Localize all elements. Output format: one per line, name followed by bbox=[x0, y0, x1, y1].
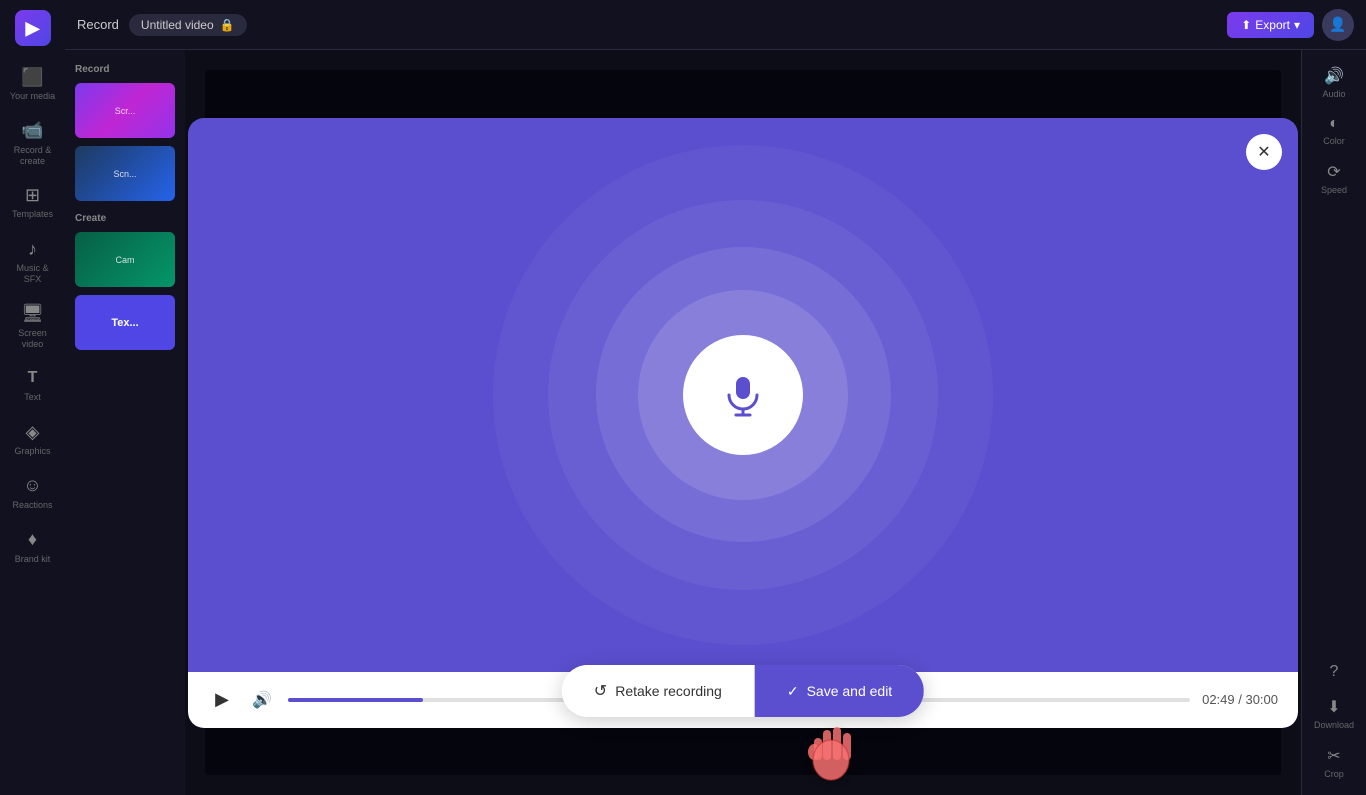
volume-button[interactable]: 🔊 bbox=[248, 686, 276, 714]
right-panel-color-label: Color bbox=[1323, 136, 1345, 146]
sidebar-item-templates[interactable]: ⊞ Templates bbox=[5, 178, 61, 226]
sidebar-label-music: Music & SFX bbox=[9, 263, 57, 285]
sidebar-item-music[interactable]: ♪ Music & SFX bbox=[5, 232, 61, 291]
retake-icon: ↺ bbox=[594, 681, 607, 701]
sidebar-label-screen: Screen video bbox=[9, 328, 57, 350]
right-panel-color[interactable]: ◐ Color bbox=[1306, 109, 1362, 152]
main-video-area: ✕ bbox=[185, 50, 1301, 795]
sidebar-label-reactions: Reactions bbox=[12, 500, 52, 511]
sidebar-item-record[interactable]: 📹 Record & create bbox=[5, 114, 61, 173]
right-panel-audio-label: Audio bbox=[1322, 89, 1345, 99]
audio-icon: 🔊 bbox=[1324, 66, 1344, 86]
thumbnail-scene2[interactable]: Scn... bbox=[75, 146, 175, 201]
sidebar-label-record: Record & create bbox=[9, 145, 57, 167]
play-icon: ▶ bbox=[215, 689, 229, 710]
sidebar-item-screen-video[interactable]: 🖥 Screen video bbox=[5, 297, 61, 356]
tab-untitled-video[interactable]: Untitled video 🔒 bbox=[129, 14, 247, 36]
microphone-icon bbox=[719, 371, 767, 419]
thumbnail-text[interactable]: Tex... bbox=[75, 295, 175, 350]
graphics-icon: ◈ bbox=[22, 421, 44, 443]
close-icon: ✕ bbox=[1257, 142, 1270, 162]
sidebar-item-reactions[interactable]: ☺ Reactions bbox=[5, 469, 61, 517]
retake-label: Retake recording bbox=[615, 683, 722, 699]
color-icon: ◐ bbox=[1329, 115, 1339, 133]
screen-icon: 🖥 bbox=[22, 303, 44, 325]
thumb-img-scene2: Scn... bbox=[75, 146, 175, 201]
music-icon: ♪ bbox=[22, 238, 44, 260]
sidebar-item-text[interactable]: T Text bbox=[5, 361, 61, 409]
right-panel-download[interactable]: ⬇ Download bbox=[1306, 691, 1362, 736]
crop-icon: ✂ bbox=[1327, 746, 1340, 766]
modal-overlay: ✕ bbox=[185, 50, 1301, 795]
volume-icon: 🔊 bbox=[252, 690, 272, 710]
reactions-icon: ☺ bbox=[22, 475, 44, 497]
avatar: 👤 bbox=[1322, 9, 1354, 41]
save-and-edit-button[interactable]: ✓ Save and edit bbox=[755, 665, 924, 717]
export-chevron-icon: ▾ bbox=[1294, 18, 1300, 32]
sidebar-item-your-media[interactable]: ⬛ Your media bbox=[5, 60, 61, 108]
thumb-img-text: Tex... bbox=[75, 295, 175, 350]
recording-modal: ✕ bbox=[188, 118, 1298, 728]
export-label: Export bbox=[1255, 18, 1290, 32]
left-panel: Record Scr... Scn... Create Cam bbox=[65, 50, 185, 795]
progress-fill bbox=[288, 698, 423, 702]
thumbnail-cam[interactable]: Cam bbox=[75, 232, 175, 287]
templates-icon: ⊞ bbox=[22, 184, 44, 206]
content-row: Record Scr... Scn... Create Cam bbox=[65, 50, 1366, 795]
thumbnail-screen-capture[interactable]: Scr... bbox=[75, 83, 175, 138]
mic-center bbox=[683, 335, 803, 455]
close-button[interactable]: ✕ bbox=[1246, 134, 1282, 170]
sidebar-label-your-media: Your media bbox=[10, 91, 55, 102]
top-bar: Record Untitled video 🔒 ⬆ Export ▾ 👤 bbox=[65, 0, 1366, 50]
panel-section-create: Create bbox=[75, 213, 175, 224]
help-icon: ? bbox=[1330, 663, 1339, 681]
right-panel: 🔊 Audio ◐ Color ⟳ Speed ? ⬇ Download bbox=[1301, 50, 1366, 795]
right-panel-audio[interactable]: 🔊 Audio bbox=[1306, 60, 1362, 105]
speed-icon: ⟳ bbox=[1327, 162, 1340, 182]
save-edit-label: Save and edit bbox=[807, 683, 893, 699]
sidebar-item-brand-kit[interactable]: ♦ Brand kit bbox=[5, 523, 61, 571]
text-icon: T bbox=[22, 367, 44, 389]
record-icon: 📹 bbox=[22, 120, 44, 142]
right-panel-download-label: Download bbox=[1314, 720, 1354, 730]
top-bar-right: ⬆ Export ▾ 👤 bbox=[1227, 9, 1354, 41]
right-panel-crop[interactable]: ✂ Crop bbox=[1306, 740, 1362, 785]
left-sidebar: ▶ ⬛ Your media 📹 Record & create ⊞ Templ… bbox=[0, 0, 65, 795]
right-panel-crop-label: Crop bbox=[1324, 769, 1344, 779]
app-logo: ▶ bbox=[15, 10, 51, 46]
brand-icon: ♦ bbox=[22, 529, 44, 551]
tab-label: Untitled video bbox=[141, 18, 214, 32]
right-panel-speed[interactable]: ⟳ Speed bbox=[1306, 156, 1362, 201]
thumb-img-cam: Cam bbox=[75, 232, 175, 287]
panel-section-label: Record bbox=[75, 64, 175, 75]
download-icon: ⬇ bbox=[1327, 697, 1340, 717]
right-panel-help[interactable]: ? bbox=[1306, 657, 1362, 687]
record-title: Record bbox=[77, 17, 119, 32]
sidebar-label-brand: Brand kit bbox=[15, 554, 51, 565]
thumb-img-screen: Scr... bbox=[75, 83, 175, 138]
right-panel-speed-label: Speed bbox=[1321, 185, 1347, 195]
action-row: ↺ Retake recording ✓ Save and edit bbox=[562, 665, 924, 717]
ripple-container bbox=[683, 335, 803, 455]
play-button[interactable]: ▶ bbox=[208, 686, 236, 714]
export-icon: ⬆ bbox=[1241, 18, 1251, 32]
mic-visual-area bbox=[188, 118, 1298, 672]
sidebar-label-graphics: Graphics bbox=[14, 446, 50, 457]
export-button[interactable]: ⬆ Export ▾ bbox=[1227, 12, 1314, 38]
sidebar-label-templates: Templates bbox=[12, 209, 53, 220]
main-area: Record Untitled video 🔒 ⬆ Export ▾ 👤 Rec… bbox=[65, 0, 1366, 795]
sidebar-item-graphics[interactable]: ◈ Graphics bbox=[5, 415, 61, 463]
tab-lock-icon: 🔒 bbox=[220, 18, 235, 32]
sidebar-label-text: Text bbox=[24, 392, 41, 403]
time-display: 02:49 / 30:00 bbox=[1202, 692, 1278, 707]
video-icon: ⬛ bbox=[22, 66, 44, 88]
save-check-icon: ✓ bbox=[787, 683, 799, 700]
retake-recording-button[interactable]: ↺ Retake recording bbox=[562, 665, 755, 717]
